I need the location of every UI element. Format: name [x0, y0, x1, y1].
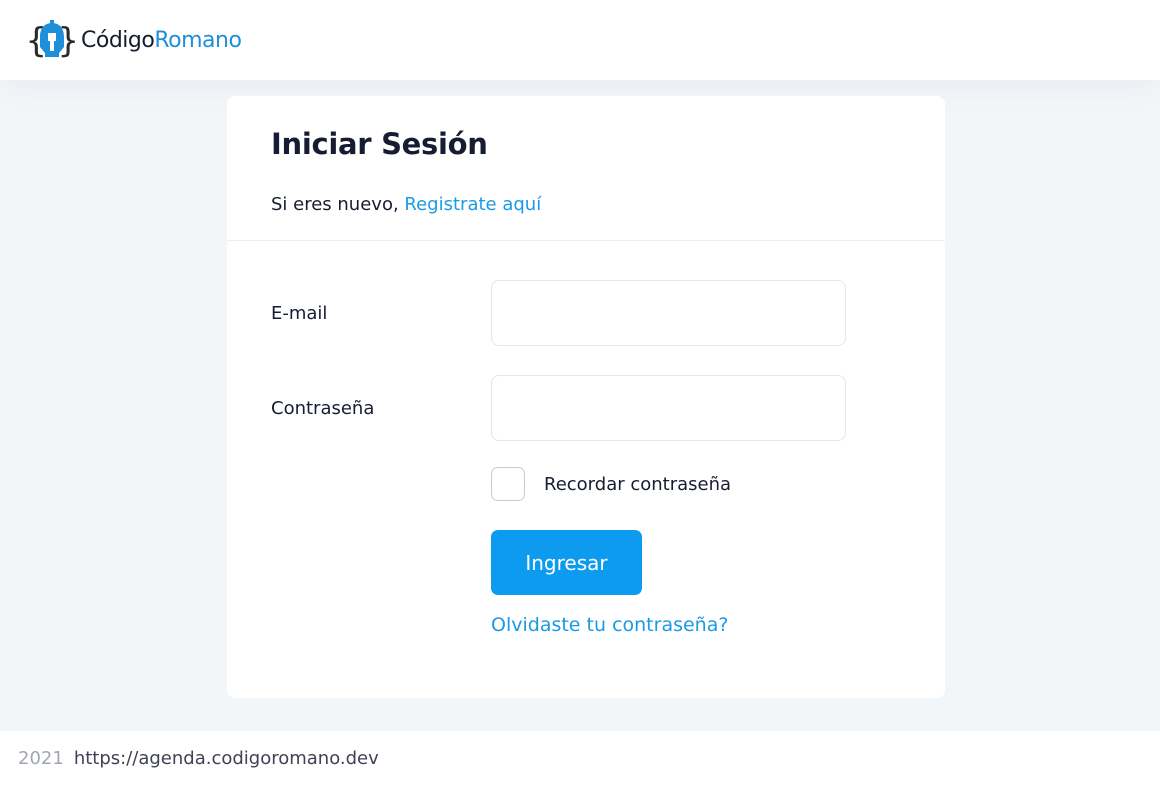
- password-label: Contraseña: [271, 397, 375, 419]
- forgot-password-link[interactable]: Olvidaste tu contraseña?: [491, 614, 728, 636]
- login-button[interactable]: Ingresar: [491, 530, 642, 595]
- page-title: Iniciar Sesión: [271, 127, 488, 161]
- password-row: Contraseña: [271, 375, 846, 441]
- footer-url[interactable]: https://agenda.codigoromano.dev: [74, 748, 379, 769]
- app-footer: 2021 https://agenda.codigoromano.dev: [0, 731, 1160, 786]
- brand-logo[interactable]: { } CódigoRomano: [26, 17, 242, 63]
- brand-name-part2: Romano: [154, 27, 242, 53]
- password-field[interactable]: [491, 375, 846, 441]
- remember-row: Recordar contraseña: [491, 467, 731, 501]
- brand-name-part1: Código: [81, 27, 155, 53]
- footer-year: 2021: [18, 748, 64, 769]
- email-label: E-mail: [271, 302, 328, 324]
- brand-name: CódigoRomano: [81, 27, 242, 53]
- app-header: { } CódigoRomano: [0, 0, 1160, 80]
- email-row: E-mail: [271, 280, 846, 346]
- spartan-helmet-icon: { }: [26, 17, 78, 63]
- register-link[interactable]: Registrate aquí: [404, 194, 541, 215]
- login-card-header: Iniciar Sesión Si eres nuevo, Registrate…: [227, 96, 945, 241]
- register-prompt-text: Si eres nuevo,: [271, 194, 405, 215]
- register-prompt: Si eres nuevo, Registrate aquí: [271, 193, 901, 217]
- login-card: Iniciar Sesión Si eres nuevo, Registrate…: [227, 96, 945, 698]
- remember-checkbox[interactable]: [491, 467, 525, 501]
- email-field[interactable]: [491, 280, 846, 346]
- remember-label[interactable]: Recordar contraseña: [544, 474, 731, 495]
